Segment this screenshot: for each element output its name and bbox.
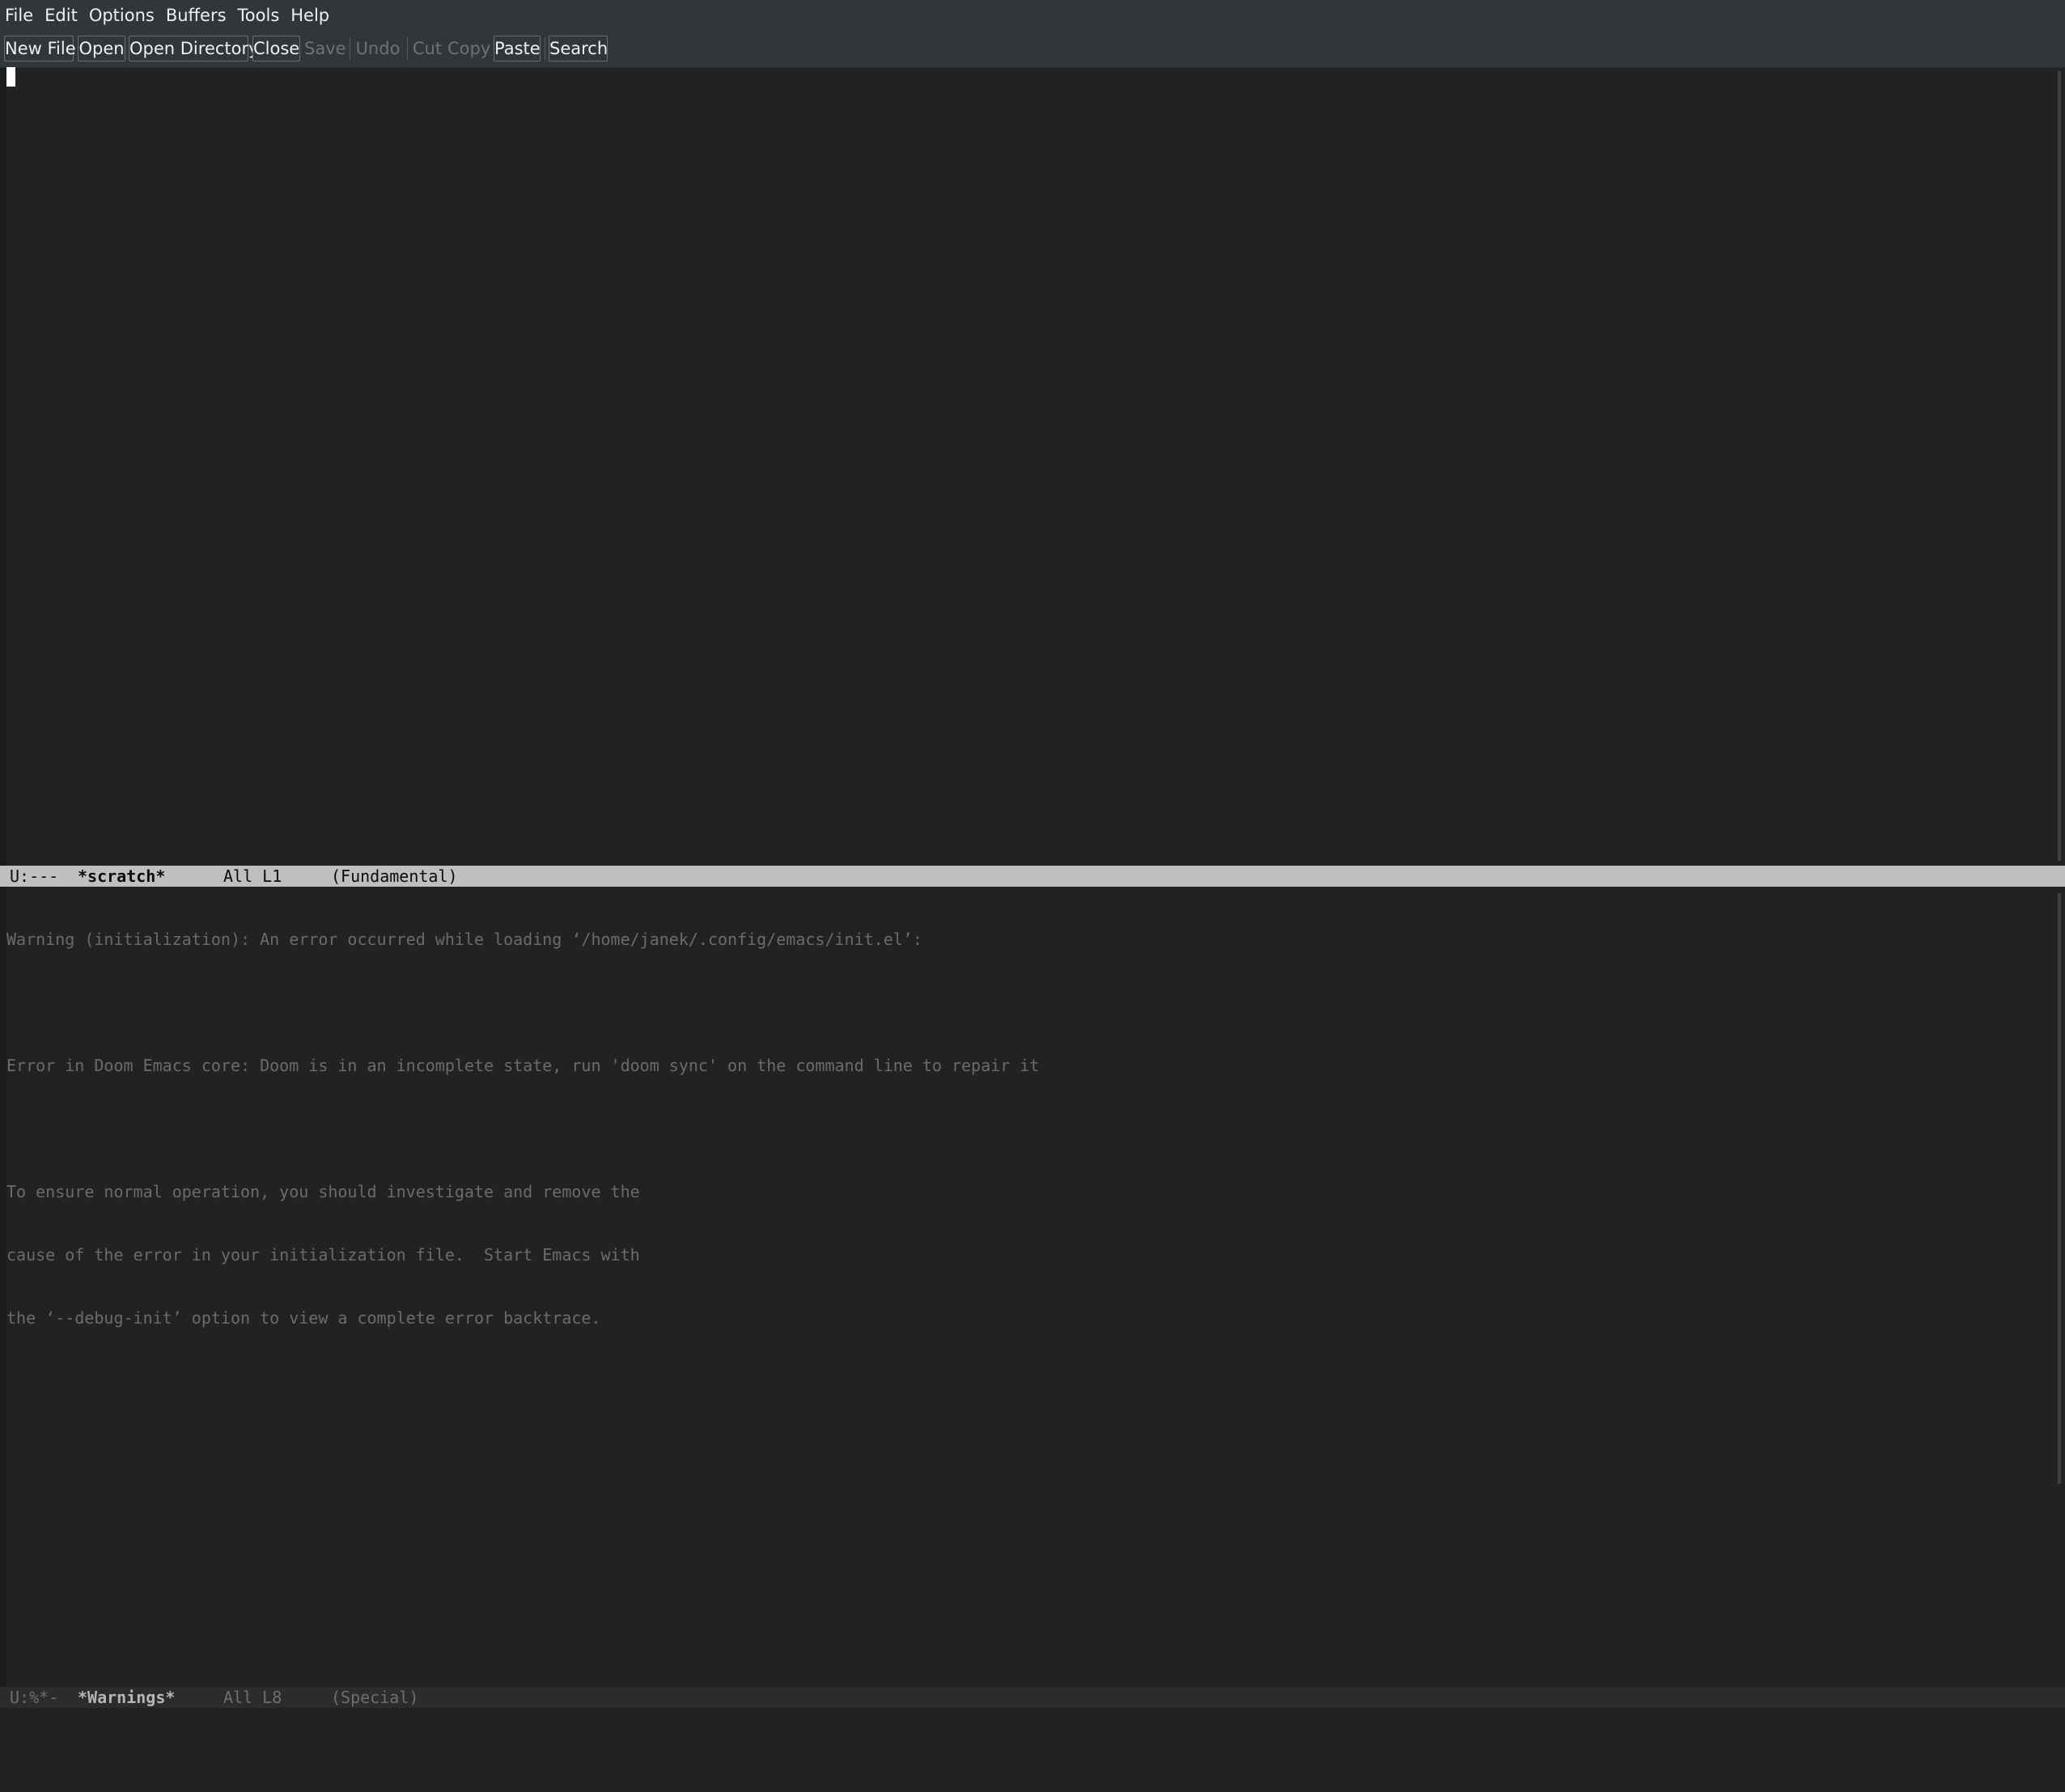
scratch-scroll-thumb[interactable] <box>2058 71 2061 861</box>
modeline-major-mode[interactable]: (Special) <box>331 1687 418 1708</box>
left-fringe <box>0 68 6 866</box>
menu-edit[interactable]: Edit <box>39 0 83 31</box>
menu-file[interactable]: File <box>0 0 39 31</box>
warnings-text: Warning (initialization): An error occur… <box>6 887 1039 1370</box>
warning-line <box>6 992 1039 1013</box>
modeline-status: U:--- <box>10 866 59 886</box>
new-file-button[interactable]: New File <box>4 36 76 61</box>
scratch-scrollbar[interactable] <box>2054 68 2065 866</box>
scratch-window[interactable] <box>0 68 2065 866</box>
open-directory-button[interactable]: Open Directory <box>129 36 259 61</box>
menu-help[interactable]: Help <box>285 0 335 31</box>
warning-line <box>6 1118 1039 1139</box>
text-cursor <box>6 67 15 87</box>
warnings-scroll-thumb[interactable] <box>2058 893 2061 1484</box>
warnings-mode-line[interactable]: U:%*- *Warnings* All L8 (Special) <box>0 1687 2065 1708</box>
cut-button[interactable]: Cut <box>411 36 443 61</box>
toolbar-separator <box>407 37 408 60</box>
save-button[interactable]: Save <box>303 36 346 61</box>
open-button[interactable]: Open <box>78 36 125 61</box>
warning-line: the ‘--debug-init’ option to view a comp… <box>6 1308 601 1328</box>
modeline-buffer-name[interactable]: *Warnings* <box>78 1687 175 1708</box>
search-button[interactable]: Search <box>549 36 608 61</box>
menu-bar: File Edit Options Buffers Tools Help <box>0 0 2065 31</box>
warning-line: Warning (initialization): An error occur… <box>6 930 922 949</box>
warning-line: cause of the error in your initializatio… <box>6 1245 640 1265</box>
modeline-major-mode[interactable]: (Fundamental) <box>331 866 458 887</box>
menu-buffers[interactable]: Buffers <box>160 0 232 31</box>
modeline-status: U:%*- <box>10 1688 59 1707</box>
warnings-scrollbar[interactable] <box>2054 887 2065 1687</box>
warning-line: Error in Doom Emacs core: Doom is in an … <box>6 1056 1040 1075</box>
paste-button[interactable]: Paste <box>494 36 541 61</box>
modeline-position: All L1 <box>223 866 282 886</box>
menu-tools[interactable]: Tools <box>232 0 286 31</box>
warnings-window[interactable]: Warning (initialization): An error occur… <box>0 887 2065 1687</box>
echo-area[interactable] <box>0 1708 2065 1729</box>
left-fringe <box>0 887 6 1687</box>
modeline-position: All L8 <box>223 1688 282 1707</box>
undo-button[interactable]: Undo <box>354 36 402 61</box>
tool-bar: New File Open Open Directory Close Save … <box>0 31 2065 68</box>
warning-line: To ensure normal operation, you should i… <box>6 1182 640 1201</box>
menu-options[interactable]: Options <box>83 0 160 31</box>
close-button[interactable]: Close <box>252 36 300 61</box>
copy-button[interactable]: Copy <box>447 36 490 61</box>
scratch-mode-line[interactable]: U:--- *scratch* All L1 (Fundamental) <box>0 866 2065 887</box>
modeline-buffer-name[interactable]: *scratch* <box>78 866 165 887</box>
